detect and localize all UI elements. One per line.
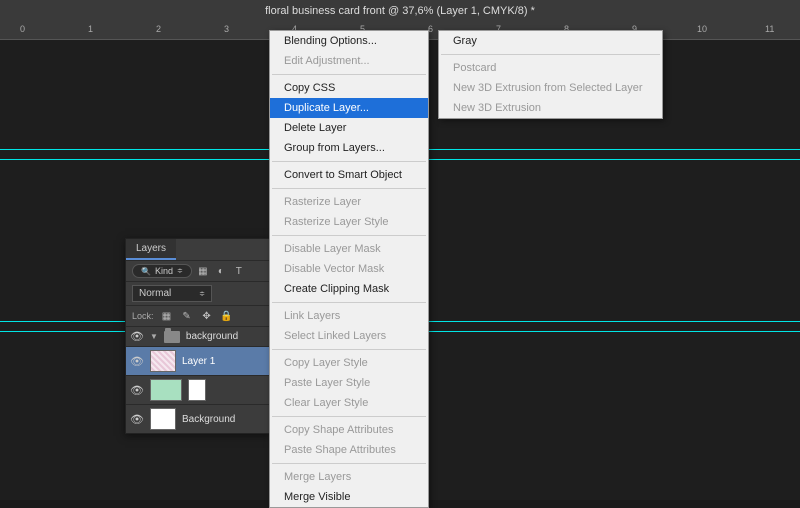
blend-mode-select[interactable]: Normal≑: [132, 285, 212, 302]
menu-rasterize-layer: Rasterize Layer: [270, 192, 428, 212]
visibility-icon[interactable]: 👁: [130, 355, 144, 368]
folder-icon: [164, 331, 180, 343]
layer-thumbnail[interactable]: [150, 350, 176, 372]
visibility-icon[interactable]: 👁: [130, 413, 144, 426]
menu-postcard: Postcard: [439, 58, 662, 78]
menu-separator: [272, 235, 426, 236]
filter-kind[interactable]: Kind ≑: [132, 264, 192, 278]
menu-separator: [272, 74, 426, 75]
menu-separator: [272, 349, 426, 350]
filter-type-icon[interactable]: T: [232, 264, 246, 278]
menu-edit-adjustment: Edit Adjustment...: [270, 51, 428, 71]
mask-thumbnail[interactable]: [188, 379, 206, 401]
menu-group-from-layers[interactable]: Group from Layers...: [270, 138, 428, 158]
menu-rasterize-style: Rasterize Layer Style: [270, 212, 428, 232]
menu-separator: [441, 54, 660, 55]
context-submenu: Gray Postcard New 3D Extrusion from Sele…: [438, 30, 663, 119]
menu-link-layers: Link Layers: [270, 306, 428, 326]
menu-merge-layers: Merge Layers: [270, 467, 428, 487]
layers-panel: Layers Kind ≑ ▦ ◐ T Normal≑ Lock: ▦ ✎ ✥ …: [125, 238, 270, 434]
menu-copy-css[interactable]: Copy CSS: [270, 78, 428, 98]
menu-separator: [272, 302, 426, 303]
visibility-icon[interactable]: 👁: [130, 384, 144, 397]
context-menu-layer: Blending Options... Edit Adjustment... C…: [269, 30, 429, 508]
layer-thumbnail[interactable]: [150, 408, 176, 430]
menu-merge-visible[interactable]: Merge Visible: [270, 487, 428, 507]
menu-disable-layer-mask: Disable Layer Mask: [270, 239, 428, 259]
menu-convert-smart-object[interactable]: Convert to Smart Object: [270, 165, 428, 185]
layer-thumbnail[interactable]: [150, 379, 182, 401]
menu-gray[interactable]: Gray: [439, 31, 662, 51]
document-title: floral business card front @ 37,6% (Laye…: [0, 0, 800, 22]
menu-disable-vector-mask: Disable Vector Mask: [270, 259, 428, 279]
menu-select-linked: Select Linked Layers: [270, 326, 428, 346]
menu-blending-options[interactable]: Blending Options...: [270, 31, 428, 51]
menu-separator: [272, 188, 426, 189]
layer-row[interactable]: 👁: [126, 375, 269, 404]
menu-separator: [272, 416, 426, 417]
menu-separator: [272, 161, 426, 162]
menu-paste-layer-style: Paste Layer Style: [270, 373, 428, 393]
menu-duplicate-layer[interactable]: Duplicate Layer...: [270, 98, 428, 118]
chevron-down-icon[interactable]: ▼: [150, 332, 158, 341]
layer-folder-row[interactable]: 👁 ▼ background: [126, 326, 269, 346]
menu-delete-layer[interactable]: Delete Layer: [270, 118, 428, 138]
menu-separator: [272, 463, 426, 464]
lock-brush-icon[interactable]: ✎: [180, 309, 194, 323]
menu-create-clipping-mask[interactable]: Create Clipping Mask: [270, 279, 428, 299]
menu-3d-extrusion: New 3D Extrusion: [439, 98, 662, 118]
visibility-icon[interactable]: 👁: [130, 330, 144, 343]
lock-move-icon[interactable]: ✥: [200, 309, 214, 323]
layer-row[interactable]: 👁 Background: [126, 404, 269, 433]
lock-row: Lock: ▦ ✎ ✥ 🔒: [126, 305, 269, 326]
menu-3d-extrusion-selected: New 3D Extrusion from Selected Layer: [439, 78, 662, 98]
menu-copy-shape-attr: Copy Shape Attributes: [270, 420, 428, 440]
tab-layers[interactable]: Layers: [126, 239, 176, 260]
menu-copy-layer-style: Copy Layer Style: [270, 353, 428, 373]
filter-adjust-icon[interactable]: ◐: [214, 264, 228, 278]
lock-all-icon[interactable]: 🔒: [220, 309, 234, 323]
menu-paste-shape-attr: Paste Shape Attributes: [270, 440, 428, 460]
filter-pixel-icon[interactable]: ▦: [196, 264, 210, 278]
layer-row-selected[interactable]: 👁 Layer 1: [126, 346, 269, 375]
lock-transparency-icon[interactable]: ▦: [160, 309, 174, 323]
menu-clear-layer-style: Clear Layer Style: [270, 393, 428, 413]
